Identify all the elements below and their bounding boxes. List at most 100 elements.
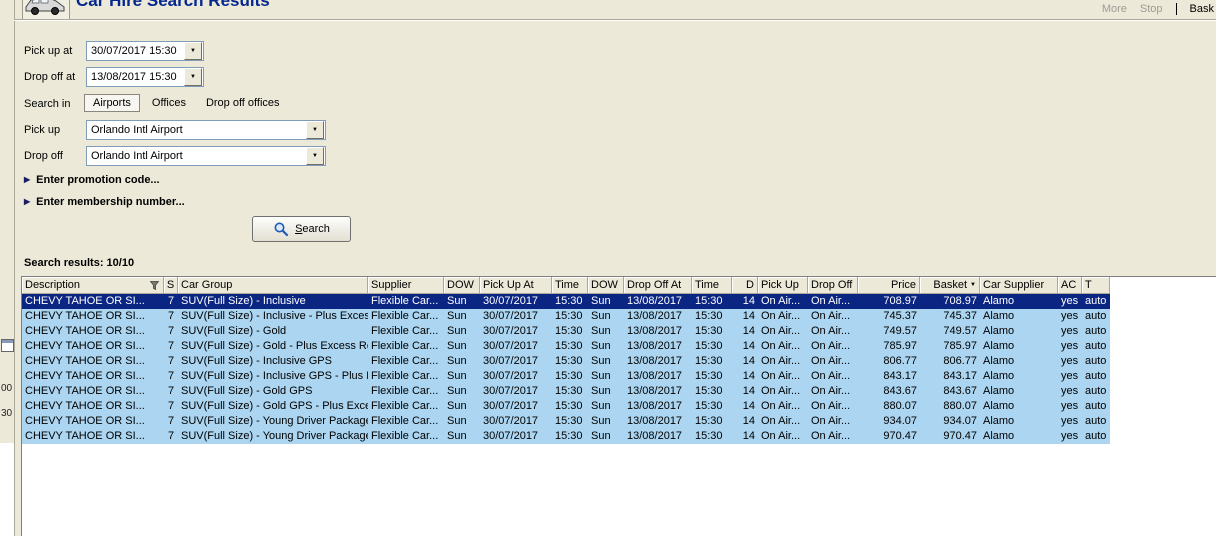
result-cell: 15:30 (555, 370, 583, 382)
result-cell: SUV(Full Size) - Inclusive - Plus Excess… (181, 310, 368, 322)
result-cell: SUV(Full Size) - Young Driver Package... (181, 430, 368, 442)
result-cell: 970.47 (883, 430, 917, 442)
dropoff-location-label: Drop off (24, 150, 63, 162)
chevron-down-icon[interactable]: ▼ (184, 68, 202, 86)
column-header[interactable]: Car Group (178, 277, 368, 294)
toolbar-basket-button[interactable]: Bask (1190, 3, 1214, 15)
membership-number-label: Enter membership number... (36, 196, 185, 208)
screen: 00 30 Car Hire Search Results More Stop … (0, 0, 1216, 536)
result-cell: Flexible Car... (371, 385, 439, 397)
result-cell: 13/08/2017 (627, 415, 683, 427)
result-cell: 13/08/2017 (627, 400, 683, 412)
result-cell: On Air... (761, 430, 801, 442)
membership-number-expander[interactable]: ▶ Enter membership number... (24, 196, 185, 208)
result-cell: SUV(Full Size) - Inclusive (181, 295, 306, 307)
result-row[interactable]: CHEVY TAHOE OR SI... 7 SUV(Full Size) - Go… (22, 339, 1110, 354)
tab-offices[interactable]: Offices (144, 94, 194, 112)
result-cell: 15:30 (555, 310, 583, 322)
column-header[interactable]: Drop Off (808, 277, 858, 294)
result-cell: On Air... (811, 325, 851, 337)
column-header[interactable]: DOW (444, 277, 480, 294)
fragment-time-label: 30 (1, 408, 13, 419)
column-header[interactable]: Car Supplier (980, 277, 1058, 294)
filter-icon[interactable] (149, 280, 160, 291)
result-cell: Sun (591, 340, 611, 352)
column-header[interactable]: Supplier (368, 277, 444, 294)
column-header[interactable]: AC (1058, 277, 1082, 294)
result-cell: Sun (447, 385, 467, 397)
column-header[interactable]: DOW (588, 277, 624, 294)
result-cell: auto (1085, 430, 1107, 442)
column-header[interactable]: S (164, 277, 178, 294)
result-row[interactable]: CHEVY TAHOE OR SI... 7 SUV(Full Size) - Go… (22, 384, 1110, 399)
column-header[interactable]: Drop Off At (624, 277, 692, 294)
result-row[interactable]: CHEVY TAHOE OR SI... 7 SUV(Full Size) - In… (22, 354, 1110, 369)
result-cell: Flexible Car... (371, 430, 439, 442)
result-cell: 13/08/2017 (627, 430, 683, 442)
result-row[interactable]: CHEVY TAHOE OR SI... 7 SUV(Full Size) - Go… (22, 399, 1110, 414)
result-cell: Alamo (983, 370, 1015, 382)
column-header[interactable]: Price (858, 277, 920, 294)
result-row[interactable]: CHEVY TAHOE OR SI... 7 SUV(Full Size) - In… (22, 369, 1110, 384)
result-cell: 843.67 (943, 385, 977, 397)
result-cell: yes (1061, 415, 1079, 427)
result-cell: Sun (447, 295, 467, 307)
result-cell: 14 (742, 415, 755, 427)
result-row[interactable]: CHEVY TAHOE OR SI... 7 SUV(Full Size) - In… (22, 309, 1110, 324)
dropoff-location-combobox[interactable]: Orlando Intl Airport ▼ (86, 146, 326, 166)
column-header[interactable]: Basket ▼ (920, 277, 980, 294)
pickup-at-combobox[interactable]: 30/07/2017 15:30 ▼ (86, 41, 204, 61)
result-cell: auto (1085, 340, 1107, 352)
result-cell: Alamo (983, 295, 1015, 307)
result-row[interactable]: CHEVY TAHOE OR SI... 7 SUV(Full Size) - Yo… (22, 429, 1110, 444)
result-cell: CHEVY TAHOE OR SI... (25, 400, 145, 412)
result-cell: Sun (591, 415, 611, 427)
result-cell: 7 (167, 325, 175, 337)
column-header[interactable]: Description (22, 277, 164, 294)
column-header[interactable]: T (1082, 277, 1110, 294)
pickup-location-value: Orlando Intl Airport (91, 123, 183, 136)
car-icon (22, 0, 70, 19)
column-header[interactable]: Time (552, 277, 588, 294)
promotion-code-expander[interactable]: ▶ Enter promotion code... (24, 174, 160, 186)
column-header[interactable]: Pick Up (758, 277, 808, 294)
result-cell: 7 (167, 415, 175, 427)
toolbar-more-button[interactable]: More (1102, 3, 1127, 15)
result-cell: 15:30 (695, 400, 723, 412)
dropoff-at-combobox[interactable]: 13/08/2017 15:30 ▼ (86, 67, 204, 87)
result-cell: SUV(Full Size) - Gold - Plus Excess Ref.… (181, 340, 368, 352)
tab-airports[interactable]: Airports (84, 94, 140, 112)
search-in-label: Search in (24, 98, 71, 110)
table-body: CHEVY TAHOE OR SI... 7 SUV(Full Size) - In… (22, 294, 1216, 444)
result-cell: 843.67 (883, 385, 917, 397)
tab-drop-off-offices[interactable]: Drop off offices (198, 94, 288, 112)
toolbar-stop-button[interactable]: Stop (1140, 3, 1163, 15)
column-header[interactable]: Time (692, 277, 732, 294)
result-cell: 30/07/2017 (483, 355, 539, 367)
result-cell: On Air... (811, 400, 851, 412)
search-button[interactable]: Search (252, 216, 351, 242)
result-row[interactable]: CHEVY TAHOE OR SI... 7 SUV(Full Size) - Yo… (22, 414, 1110, 429)
result-row[interactable]: CHEVY TAHOE OR SI... 7 SUV(Full Size) - In… (22, 294, 1110, 309)
chevron-down-icon[interactable]: ▼ (306, 147, 324, 165)
result-cell: Sun (447, 355, 467, 367)
column-header[interactable]: Pick Up At (480, 277, 552, 294)
chevron-down-icon[interactable]: ▼ (184, 42, 202, 60)
pickup-at-label: Pick up at (24, 45, 73, 57)
result-cell: 785.97 (943, 340, 977, 352)
result-cell: Sun (447, 310, 467, 322)
result-cell: 30/07/2017 (483, 370, 539, 382)
result-cell: Flexible Car... (371, 295, 439, 307)
column-header[interactable]: D (732, 277, 758, 294)
result-cell: Sun (447, 400, 467, 412)
result-cell: 14 (742, 400, 755, 412)
search-in-tabs: Airports Offices Drop off offices (84, 94, 288, 112)
result-cell: 15:30 (555, 355, 583, 367)
result-cell: 15:30 (695, 415, 723, 427)
promotion-code-label: Enter promotion code... (36, 174, 160, 186)
chevron-down-icon[interactable]: ▼ (306, 121, 324, 139)
result-cell: CHEVY TAHOE OR SI... (25, 310, 145, 322)
result-cell: On Air... (811, 340, 851, 352)
pickup-location-combobox[interactable]: Orlando Intl Airport ▼ (86, 120, 326, 140)
result-row[interactable]: CHEVY TAHOE OR SI... 7 SUV(Full Size) - Go… (22, 324, 1110, 339)
